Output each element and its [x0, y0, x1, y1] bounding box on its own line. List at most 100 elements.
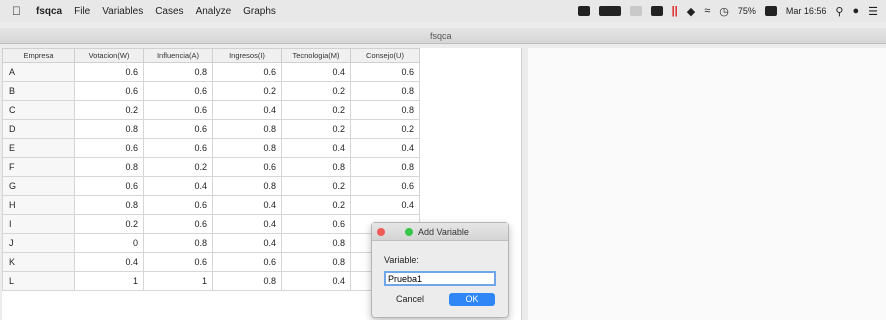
table-cell[interactable]: 0.6	[74, 81, 144, 101]
table-cell[interactable]: 0.6	[143, 195, 213, 215]
table-cell[interactable]: 0.6	[212, 62, 282, 82]
table-cell[interactable]: 0.2	[143, 157, 213, 177]
menu-graphs[interactable]: Graphs	[243, 6, 276, 17]
table-cell[interactable]: 0.6	[212, 252, 282, 272]
table-cell[interactable]: 0.4	[143, 176, 213, 196]
table-cell[interactable]: 0.2	[74, 214, 144, 234]
table-cell[interactable]: 0.4	[281, 62, 351, 82]
table-cell[interactable]: 0.8	[74, 195, 144, 215]
apple-menu-icon[interactable]: 	[12, 4, 26, 18]
row-label[interactable]: C	[2, 100, 75, 120]
menu-variables[interactable]: Variables	[102, 6, 143, 17]
table-cell[interactable]: 0.8	[350, 157, 420, 177]
status-temperature-icon[interactable]	[598, 6, 621, 16]
table-cell[interactable]: 0.6	[143, 100, 213, 120]
table-cell[interactable]: 0.8	[212, 119, 282, 139]
table-cell[interactable]: 0.6	[74, 138, 144, 158]
table-cell[interactable]: 0.2	[350, 119, 420, 139]
table-cell[interactable]: 0.4	[281, 271, 351, 291]
table-cell[interactable]: 0.6	[74, 176, 144, 196]
table-cell[interactable]: 0.2	[281, 195, 351, 215]
zoom-button[interactable]	[405, 228, 413, 236]
row-label[interactable]: I	[2, 214, 75, 234]
row-label[interactable]: A	[2, 62, 75, 82]
table-cell[interactable]: 0.4	[212, 214, 282, 234]
cancel-button[interactable]: Cancel	[396, 294, 424, 304]
status-app-icon[interactable]	[577, 6, 590, 16]
menu-app-name[interactable]: fsqca	[36, 6, 62, 17]
row-label[interactable]: F	[2, 157, 75, 177]
status-gray-icon[interactable]	[629, 6, 642, 16]
table-cell[interactable]: 0.8	[281, 157, 351, 177]
battery-icon[interactable]	[764, 6, 777, 16]
row-label[interactable]: G	[2, 176, 75, 196]
ok-button[interactable]: OK	[449, 293, 495, 306]
column-header[interactable]: Empresa	[2, 48, 75, 63]
table-cell[interactable]: 0.6	[281, 214, 351, 234]
table-cell[interactable]: 0.2	[74, 100, 144, 120]
table-cell[interactable]: 0.8	[74, 119, 144, 139]
table-cell[interactable]: 0.4	[281, 138, 351, 158]
table-cell[interactable]: 0.2	[281, 119, 351, 139]
table-cell[interactable]: 0	[74, 233, 144, 253]
table-cell[interactable]: 0.6	[74, 62, 144, 82]
close-button[interactable]	[377, 228, 385, 236]
wifi-icon[interactable]: ≈	[704, 5, 710, 17]
output-panel	[528, 48, 886, 320]
table-cell[interactable]: 1	[74, 271, 144, 291]
table-cell[interactable]: 0.4	[212, 233, 282, 253]
time-machine-icon[interactable]: ◷	[719, 5, 729, 18]
table-cell[interactable]: 0.4	[74, 252, 144, 272]
table-cell[interactable]: 0.8	[212, 138, 282, 158]
table-cell[interactable]: 1	[143, 271, 213, 291]
table-cell[interactable]: 0.6	[143, 119, 213, 139]
table-cell[interactable]: 0.2	[281, 81, 351, 101]
table-cell[interactable]: 0.8	[212, 271, 282, 291]
table-cell[interactable]: 0.8	[143, 62, 213, 82]
row-label[interactable]: B	[2, 81, 75, 101]
row-label[interactable]: K	[2, 252, 75, 272]
table-cell[interactable]: 0.6	[350, 176, 420, 196]
column-header[interactable]: Votacion(W)	[74, 48, 144, 63]
menu-analyze[interactable]: Analyze	[196, 6, 232, 17]
table-cell[interactable]: 0.8	[350, 100, 420, 120]
table-cell[interactable]: 0.4	[212, 100, 282, 120]
variable-name-input[interactable]	[384, 271, 496, 286]
table-cell[interactable]: 0.6	[212, 157, 282, 177]
column-header[interactable]: Influencia(A)	[143, 48, 213, 63]
status-screen-icon[interactable]	[650, 6, 663, 16]
spotlight-search-icon[interactable]: ⚲	[835, 5, 843, 18]
table-cell[interactable]: 0.6	[143, 252, 213, 272]
table-cell[interactable]: 0.8	[74, 157, 144, 177]
row-label[interactable]: H	[2, 195, 75, 215]
siri-icon[interactable]: ●	[852, 5, 859, 17]
column-header[interactable]: Tecnologia(M)	[281, 48, 351, 63]
row-label[interactable]: J	[2, 233, 75, 253]
table-cell[interactable]: 0.2	[281, 176, 351, 196]
table-cell[interactable]: 0.6	[143, 81, 213, 101]
table-cell[interactable]: 0.8	[212, 176, 282, 196]
table-cell[interactable]: 0.2	[212, 81, 282, 101]
row-label[interactable]: D	[2, 119, 75, 139]
menu-cases[interactable]: Cases	[155, 6, 183, 17]
table-cell[interactable]: 0.4	[350, 195, 420, 215]
status-diamond-icon[interactable]: ◆	[687, 5, 695, 18]
table-cell[interactable]: 0.6	[143, 138, 213, 158]
clock[interactable]: Mar 16:56	[786, 6, 827, 16]
table-cell[interactable]: 0.4	[212, 195, 282, 215]
row-label[interactable]: E	[2, 138, 75, 158]
notification-center-icon[interactable]: ☰	[868, 5, 878, 18]
table-cell[interactable]: 0.4	[350, 138, 420, 158]
column-header[interactable]: Ingresos(I)	[212, 48, 282, 63]
table-cell[interactable]: 0.6	[143, 214, 213, 234]
table-cell[interactable]: 0.8	[143, 233, 213, 253]
table-cell[interactable]: 0.8	[281, 252, 351, 272]
status-pause-icon[interactable]: ||	[672, 5, 678, 17]
column-header[interactable]: Consejo(U)	[350, 48, 420, 63]
row-label[interactable]: L	[2, 271, 75, 291]
table-cell[interactable]: 0.8	[281, 233, 351, 253]
table-cell[interactable]: 0.8	[350, 81, 420, 101]
table-cell[interactable]: 0.6	[350, 62, 420, 82]
menu-file[interactable]: File	[74, 6, 90, 17]
table-cell[interactable]: 0.2	[281, 100, 351, 120]
